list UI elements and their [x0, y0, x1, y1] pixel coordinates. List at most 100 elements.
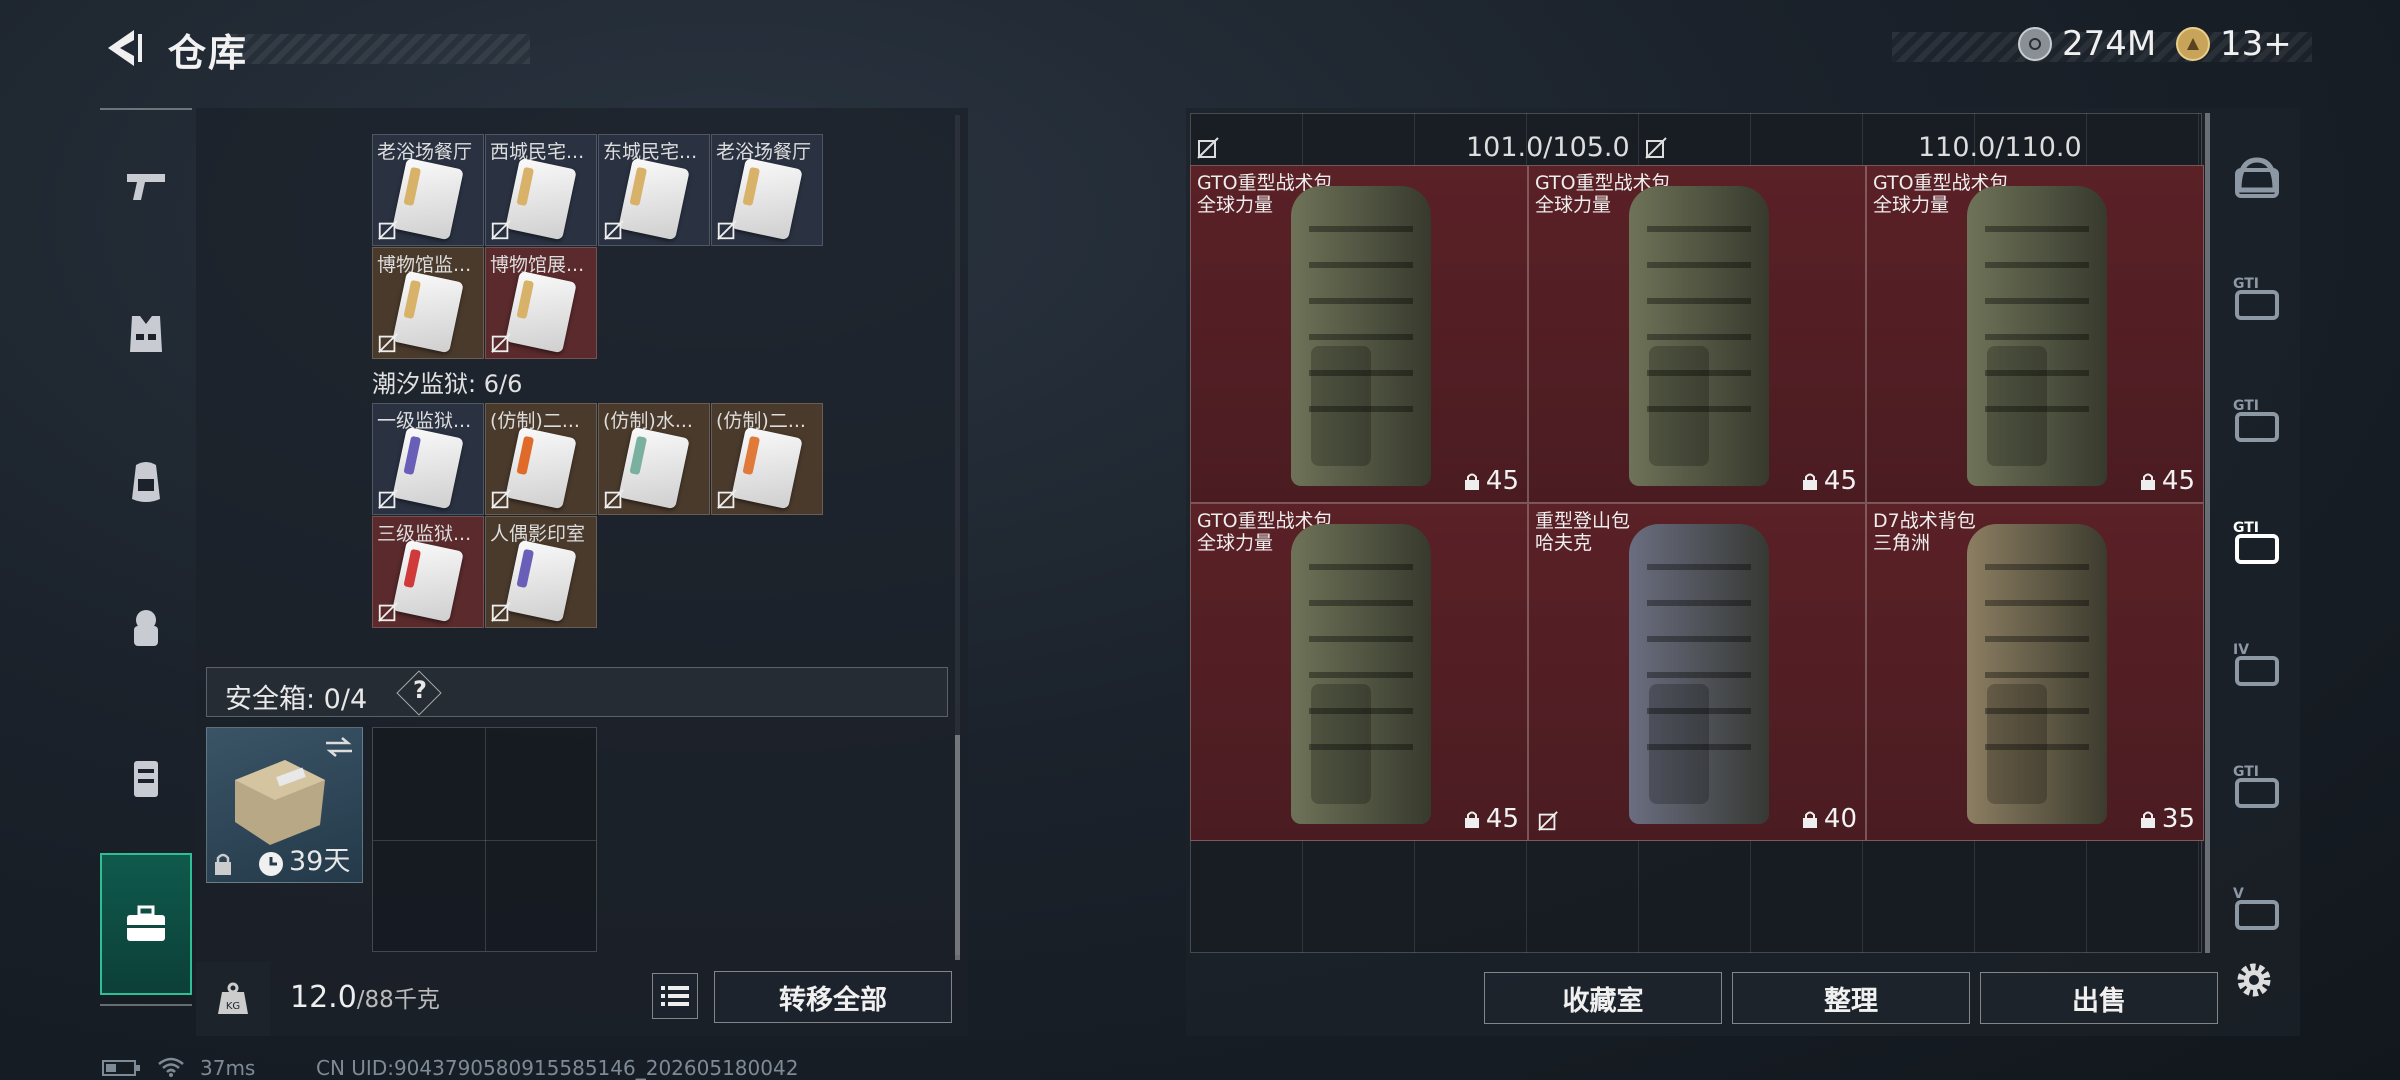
right-sidebar-item[interactable]: GTI [2222, 265, 2292, 335]
backpack-item[interactable]: D7战术背包 三角洲 35 [1866, 503, 2204, 841]
pistol-icon [127, 174, 165, 200]
right-sidebar-item[interactable]: IV [2222, 631, 2292, 701]
helmet-backpack-icon [134, 610, 158, 646]
bag-brand: 全球力量 [1197, 194, 1274, 216]
svg-text:GTI: GTI [2233, 276, 2259, 292]
weight-readout: 12.0/88千克 [290, 980, 440, 1015]
key-card-image [731, 157, 803, 241]
key-card-name: 人偶影印室 [490, 523, 586, 545]
key-card-item[interactable]: (仿制)二... [485, 403, 597, 515]
chest-rig-icon [134, 761, 158, 797]
no-insure-icon [490, 332, 512, 354]
bag-level-value: 45 [1485, 804, 1519, 834]
tool-crate-icon: V [2233, 886, 2279, 930]
right-sidebar-item[interactable]: GTI [2222, 387, 2292, 457]
weight-lock-icon [2140, 473, 2155, 490]
collection-room-button[interactable]: 收藏室 [1484, 972, 1722, 1024]
weight-lock-icon [1802, 473, 1817, 490]
organize-button[interactable]: 整理 [1732, 972, 1970, 1024]
back-button[interactable] [100, 24, 148, 72]
key-card-image [392, 157, 464, 241]
no-insure-icon [716, 219, 738, 241]
key-card-image [392, 270, 464, 354]
weight-lock-icon [1802, 811, 1817, 828]
key-card-name: 博物馆监... [377, 254, 472, 276]
page-title: 仓库 [168, 31, 249, 75]
bag-level-value: 45 [1485, 466, 1519, 496]
key-card-item[interactable]: 博物馆监... [372, 247, 484, 359]
key-card-image [505, 426, 577, 510]
sidebar-item-backpacks[interactable] [100, 432, 192, 532]
key-card-item[interactable]: 人偶影印室 [485, 516, 597, 628]
key-card-item[interactable]: 博物馆展... [485, 247, 597, 359]
ping-readout: 37ms [200, 1056, 256, 1080]
stash-scrollbar-thumb[interactable] [955, 735, 960, 960]
right-sidebar-item[interactable]: V [2222, 875, 2292, 945]
no-insure-icon [490, 219, 512, 241]
key-card-item[interactable]: (仿制)水... [598, 403, 710, 515]
vehicle-icon: GTI [2233, 276, 2279, 320]
ticket-value: 13+ [2220, 24, 2292, 64]
key-card-item[interactable]: 三级监狱... [372, 516, 484, 628]
key-card-name: 老浴场餐厅 [716, 141, 812, 163]
sidebar-item-armor[interactable] [100, 284, 192, 384]
weight-lock-icon [2140, 811, 2155, 828]
key-card-item[interactable]: (仿制)二... [711, 403, 823, 515]
safebox-case-image [235, 760, 325, 845]
settings-button[interactable] [2224, 950, 2284, 1010]
no-insure-icon [1537, 810, 1561, 834]
key-card-item[interactable]: 老浴场餐厅 [372, 134, 484, 246]
list-view-button[interactable] [652, 973, 698, 1019]
backpack-image [1291, 186, 1431, 486]
key-card-name: (仿制)二... [716, 410, 806, 432]
sidebar-item-weapons[interactable] [100, 136, 192, 236]
key-card-image [618, 426, 690, 510]
key-card-item[interactable]: 东城民宅... [598, 134, 710, 246]
transfer-all-button[interactable]: 转移全部 [714, 971, 952, 1023]
bag-level-value: 40 [1823, 804, 1857, 834]
bag-level: 45 [1462, 804, 1519, 834]
backpack-item[interactable]: GTO重型战术包 全球力量 45 [1190, 503, 1528, 841]
key-card-name: (仿制)二... [490, 410, 580, 432]
svg-text:IV: IV [2233, 642, 2249, 658]
backpack-item[interactable]: GTO重型战术包 全球力量 45 [1190, 165, 1528, 503]
backpack-item[interactable]: GTO重型战术包 全球力量 45 [1866, 165, 2204, 503]
no-insure-icon [1197, 137, 1219, 159]
bag-brand: 全球力量 [1873, 194, 1950, 216]
no-insure-icon [377, 332, 399, 354]
no-insure-icon [490, 488, 512, 510]
swap-icon[interactable] [324, 736, 354, 758]
sidebar-item-bags[interactable] [100, 578, 192, 678]
backpack-item[interactable]: GTO重型战术包 全球力量 45 [1528, 165, 1866, 503]
bag-level: 45 [1800, 466, 1857, 496]
right-sidebar-item[interactable]: GTI [2222, 509, 2292, 579]
bag-level-value: 35 [2161, 804, 2195, 834]
sidebar-item-rigs[interactable] [100, 728, 192, 828]
backpack-image [1967, 186, 2107, 486]
right-sidebar: GTI GTI GTI IV GTI V [2214, 113, 2300, 1013]
key-card-name: 东城民宅... [603, 141, 698, 163]
key-card-image [392, 426, 464, 510]
safebox-grid[interactable] [372, 727, 597, 952]
no-insure-icon [377, 601, 399, 623]
bag-level-value: 45 [1823, 466, 1857, 496]
safebox-timer: 39天 [289, 846, 351, 877]
currency-display: 274M [2018, 24, 2156, 64]
key-card-item[interactable]: 西城民宅... [485, 134, 597, 246]
clock-icon [259, 852, 283, 876]
backpack-item[interactable]: 重型登山包 哈夫克 40 [1528, 503, 1866, 841]
safebox-item[interactable]: 39天 [206, 727, 363, 883]
capacity-right: 110.0/110.0 [1918, 132, 2082, 163]
sidebar-item-containers[interactable] [100, 853, 192, 995]
right-sidebar-item[interactable] [2222, 143, 2292, 213]
right-sidebar-item[interactable]: GTI [2222, 753, 2292, 823]
help-button[interactable]: ? [413, 676, 427, 704]
backpack-scrollbar-thumb[interactable] [2205, 113, 2210, 953]
key-card-item[interactable]: 老浴场餐厅 [711, 134, 823, 246]
weapon-crate-icon: GTI [2233, 764, 2279, 808]
back-arrow-icon [108, 30, 142, 66]
sell-button[interactable]: 出售 [1980, 972, 2218, 1024]
key-card-item[interactable]: 一级监狱... [372, 403, 484, 515]
battery-icon [102, 1060, 140, 1076]
bag-level: 35 [2138, 804, 2195, 834]
